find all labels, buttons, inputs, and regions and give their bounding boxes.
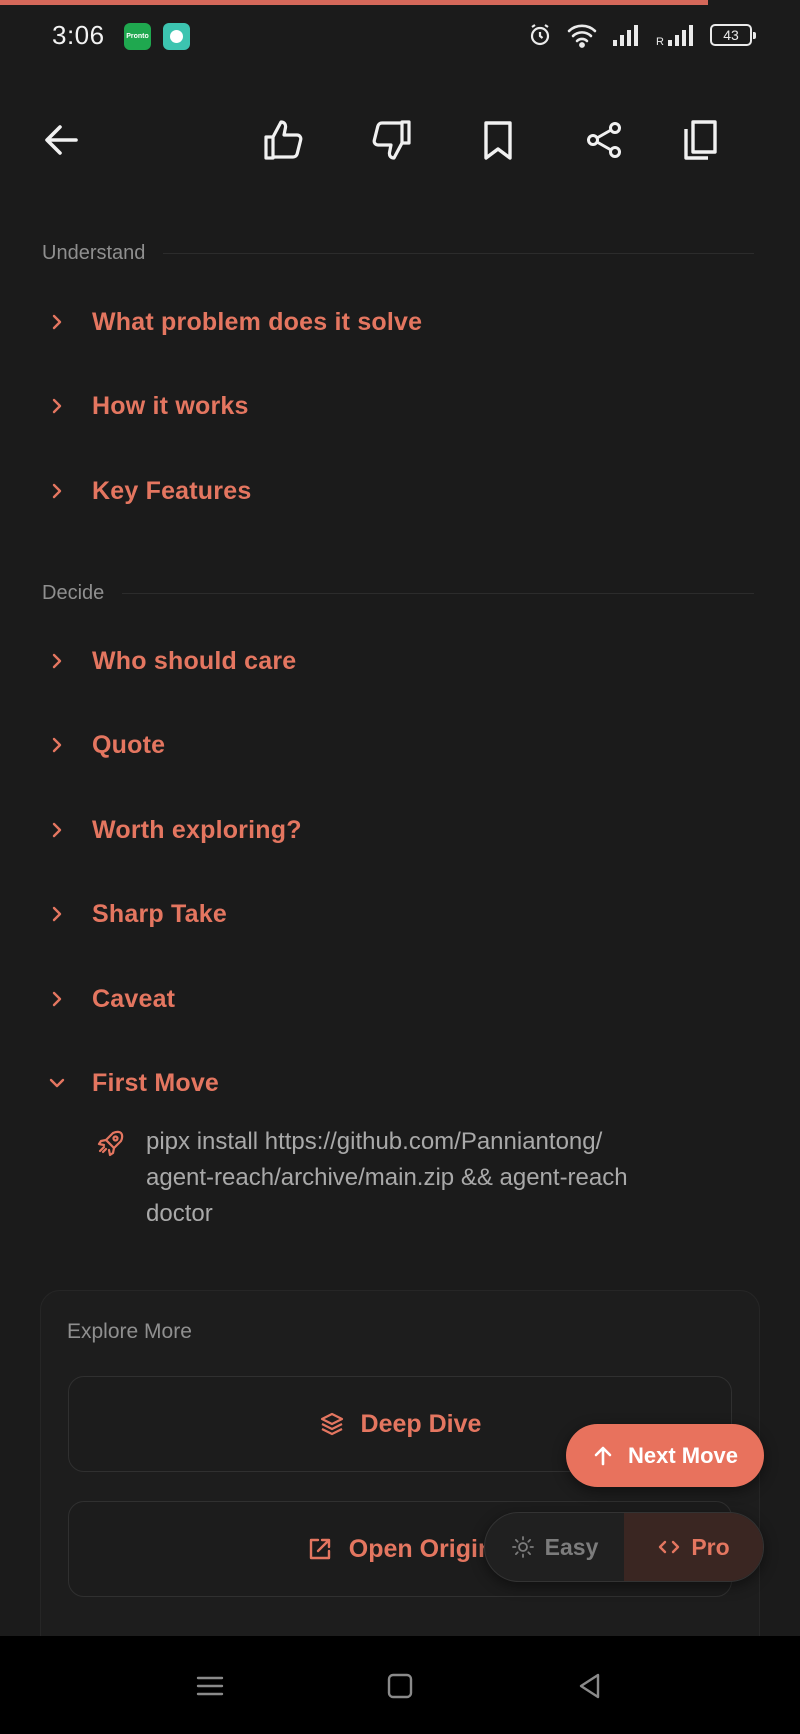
- layers-icon: [320, 1412, 343, 1436]
- arrow-left-icon: [45, 125, 78, 155]
- system-navigation-bar: [0, 1636, 800, 1734]
- accordion-title: How it works: [92, 391, 249, 420]
- battery-indicator: 43: [710, 24, 756, 46]
- chevron-right-icon: [44, 986, 70, 1012]
- chevron-right-icon: [44, 732, 70, 758]
- code-icon: [659, 1540, 680, 1554]
- chevron-down-icon: [44, 1070, 70, 1096]
- accordion-title: Who should care: [92, 646, 297, 675]
- mode-toggle: Easy Pro: [484, 1512, 764, 1582]
- chevron-right-icon: [44, 648, 70, 674]
- section-divider: [122, 593, 754, 594]
- easy-mode-label: Easy: [544, 1533, 599, 1560]
- svg-text:R: R: [656, 36, 664, 47]
- rocket-icon: [97, 1130, 124, 1157]
- share-icon: [587, 122, 621, 158]
- section-label: Decide: [42, 582, 105, 604]
- menu-icon: [196, 1676, 224, 1696]
- pronto-app-icon: Pronto: [124, 23, 151, 50]
- section-divider: [163, 253, 754, 254]
- status-time: 3:06: [52, 20, 105, 50]
- triangle-back-icon: [579, 1673, 600, 1699]
- thumbs-down-icon: [372, 120, 411, 160]
- square-icon: [387, 1673, 413, 1699]
- accordion-key-features[interactable]: Key Features: [44, 466, 744, 516]
- accordion-title: Key Features: [92, 476, 252, 505]
- command-line-1: pipx install https://github.com/Panniant…: [146, 1128, 603, 1155]
- pro-mode-label: Pro: [691, 1533, 730, 1560]
- status-icons: R 43: [528, 22, 756, 48]
- dislike-button[interactable]: [361, 108, 421, 172]
- alarm-icon: [530, 24, 550, 46]
- external-link-icon: [309, 1538, 330, 1560]
- next-move-label: Next Move: [627, 1442, 739, 1468]
- accordion-first-move[interactable]: First Move: [44, 1058, 744, 1108]
- section-header-decide: Decide: [42, 582, 754, 605]
- accordion-title: Worth exploring?: [92, 815, 302, 844]
- accordion-what-problem[interactable]: What problem does it solve: [44, 297, 744, 347]
- chevron-right-icon: [44, 901, 70, 927]
- like-button[interactable]: [254, 108, 314, 172]
- back-button[interactable]: [32, 108, 92, 172]
- accordion-how-it-works[interactable]: How it works: [44, 381, 744, 431]
- accordion-caveat[interactable]: Caveat: [44, 974, 744, 1024]
- next-move-button[interactable]: Next Move: [566, 1424, 764, 1487]
- copy-button[interactable]: [670, 108, 730, 172]
- accordion-worth-exploring[interactable]: Worth exploring?: [44, 805, 744, 855]
- accordion-who-should-care[interactable]: Who should care: [44, 636, 744, 686]
- wifi-icon: [567, 24, 597, 48]
- chevron-right-icon: [44, 478, 70, 504]
- chevron-right-icon: [44, 817, 70, 843]
- explore-more-title: Explore More: [67, 1320, 192, 1343]
- section-label: Understand: [42, 242, 146, 264]
- chevron-right-icon: [44, 309, 70, 335]
- roaming-signal-icon: R: [656, 25, 693, 47]
- copy-icon: [684, 120, 717, 160]
- accordion-title: Sharp Take: [92, 899, 227, 928]
- messaging-app-icon: [163, 23, 190, 50]
- accordion-title: What problem does it solve: [92, 307, 423, 336]
- deep-dive-label: Deep Dive: [360, 1409, 482, 1438]
- pro-mode-option[interactable]: Pro: [624, 1513, 763, 1581]
- thumbs-up-icon: [264, 120, 303, 160]
- accordion-title: Quote: [92, 730, 166, 759]
- signal-icon: [613, 25, 638, 46]
- easy-mode-option[interactable]: Easy: [485, 1513, 624, 1581]
- accordion-quote[interactable]: Quote: [44, 720, 744, 770]
- screen: 3:06 Pronto R 43 Understand What problem…: [0, 0, 800, 1734]
- first-move-command: pipx install https://github.com/Panniant…: [146, 1124, 628, 1232]
- top-toolbar: [0, 108, 800, 172]
- first-move-content: pipx install https://github.com/Panniant…: [96, 1124, 736, 1232]
- bookmark-icon: [484, 121, 512, 160]
- accordion-title: Caveat: [92, 984, 176, 1013]
- system-back-button[interactable]: [570, 1666, 610, 1706]
- section-header-understand: Understand: [42, 242, 754, 265]
- arrow-up-icon: [594, 1446, 612, 1465]
- bookmark-button[interactable]: [468, 108, 528, 172]
- accordion-sharp-take[interactable]: Sharp Take: [44, 889, 744, 939]
- home-button[interactable]: [380, 1666, 420, 1706]
- share-button[interactable]: [574, 108, 634, 172]
- reading-progress-bar: [0, 0, 708, 5]
- chevron-right-icon: [44, 393, 70, 419]
- recent-apps-button[interactable]: [190, 1666, 230, 1706]
- status-bar: 3:06 Pronto R 43: [0, 12, 800, 62]
- sun-icon: [511, 1536, 534, 1558]
- accordion-title: First Move: [92, 1068, 220, 1097]
- open-original-label: Open Origin: [348, 1534, 494, 1563]
- command-line-3: doctor: [146, 1200, 213, 1227]
- command-line-2: agent-reach/archive/main.zip && agent-re…: [146, 1164, 628, 1191]
